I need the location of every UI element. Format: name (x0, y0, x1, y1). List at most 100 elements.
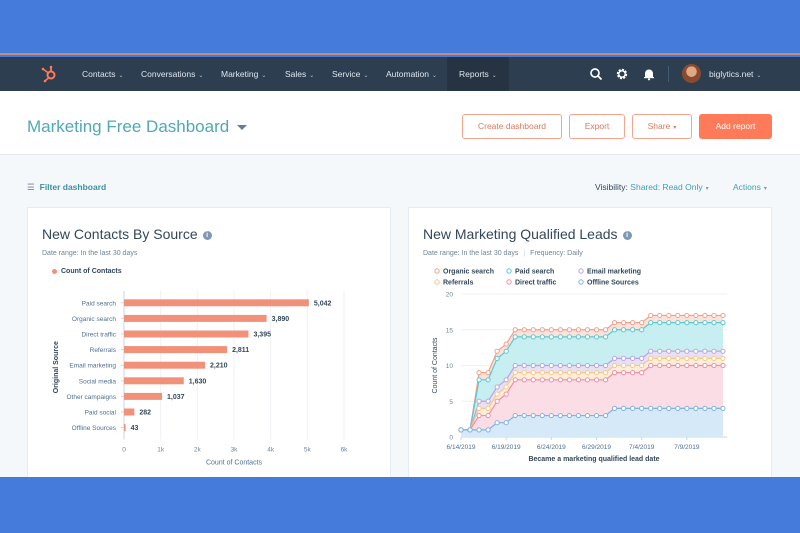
nav-conversations[interactable]: Conversations ⌄ (141, 57, 203, 91)
nav-label: Automation (386, 69, 429, 79)
report-card-contacts-by-source: New Contacts By Source i Date range: In t… (27, 207, 391, 477)
x-tick-label: 5k (304, 446, 312, 453)
data-point (702, 362, 708, 369)
legend-marker (578, 279, 584, 285)
bar (124, 392, 163, 400)
data-point (693, 320, 699, 326)
bell-icon[interactable] (642, 67, 656, 81)
data-point (548, 377, 554, 383)
nav-service[interactable]: Service ⌄ (332, 57, 368, 91)
data-point (648, 355, 654, 361)
data-point (512, 370, 518, 376)
data-point (530, 412, 536, 419)
nav-label: Service (332, 69, 361, 79)
data-point (521, 362, 527, 369)
x-tick-label: 6k (341, 446, 349, 453)
chevron-down-icon: ⌄ (432, 73, 438, 79)
data-point (566, 327, 573, 333)
data-point (584, 327, 591, 333)
create-dashboard-button[interactable]: Create dashboard (462, 114, 562, 139)
chevron-down-icon: ⌄ (118, 73, 124, 79)
data-point (584, 334, 591, 340)
x-tick-label: 1k (157, 446, 165, 453)
data-point (639, 405, 645, 411)
data-point (530, 327, 536, 333)
search-icon[interactable] (589, 67, 603, 81)
data-point (503, 341, 509, 347)
data-point (575, 377, 582, 383)
data-point (566, 412, 573, 419)
app-window: Contacts ⌄ Conversations ⌄ Marketing ⌄ Sale… (0, 57, 800, 477)
filter-dashboard-link[interactable]: ☰ Filter dashboard (27, 182, 106, 193)
data-point (621, 355, 627, 361)
data-point (584, 362, 591, 369)
data-point (611, 405, 618, 411)
data-point (702, 312, 708, 319)
legend-marker (434, 268, 440, 274)
legend-label: Organic search (443, 269, 494, 276)
nav-label: Marketing (221, 69, 259, 79)
y-category-label: Other campaigns (67, 394, 117, 401)
data-point (602, 412, 609, 419)
data-point (693, 312, 699, 319)
bar-value-label: 2,811 (232, 347, 249, 354)
data-point (611, 320, 618, 326)
data-point (593, 377, 600, 383)
nav-label: Sales (285, 69, 307, 79)
nav-marketing[interactable]: Marketing ⌄ (221, 57, 266, 91)
actions-menu[interactable]: Actions ▾ (733, 182, 767, 192)
nav-automation[interactable]: Automation ⌄ (386, 57, 437, 91)
avatar[interactable] (682, 64, 701, 83)
data-point (485, 370, 491, 376)
add-report-button[interactable]: Add report (699, 114, 772, 139)
y-category-label: Direct traffic (81, 332, 116, 339)
visibility-label: Visibility: (595, 182, 628, 192)
bar-value-label: 43 (131, 425, 139, 432)
y-tick-label: 20 (446, 292, 454, 299)
caret-down-icon: ▾ (673, 125, 677, 131)
data-point (602, 362, 609, 369)
data-point (494, 348, 500, 354)
data-point (648, 312, 654, 319)
actions-label: Actions (733, 182, 761, 192)
data-point (485, 377, 491, 383)
x-tick-label: 6/19/2019 (492, 444, 521, 451)
background-frame-top (0, 0, 800, 55)
data-point (666, 320, 672, 326)
y-category-label: Social media (79, 378, 117, 385)
nav-reports[interactable]: Reports ⌄ (447, 57, 509, 91)
hubspot-sprocket-icon[interactable] (40, 65, 58, 83)
data-point (675, 320, 681, 326)
nav-contacts[interactable]: Contacts ⌄ (82, 57, 124, 91)
data-point (476, 398, 482, 404)
gear-icon[interactable] (615, 67, 629, 81)
nav-sales[interactable]: Sales ⌄ (285, 57, 314, 91)
x-tick-label: 6/29/2019 (582, 444, 611, 451)
share-button[interactable]: Share ▾ (632, 114, 692, 139)
data-point (557, 362, 563, 369)
data-point (476, 412, 482, 419)
visibility-control[interactable]: Visibility: Shared: Read Only ▾ (595, 182, 709, 192)
data-point (711, 348, 717, 354)
x-tick-label: 3k (231, 446, 239, 453)
data-point (675, 312, 681, 319)
y-tick-label: 0 (449, 435, 453, 442)
data-point (675, 405, 681, 411)
bar-value-label: 282 (139, 410, 151, 417)
background-frame-bottom (0, 477, 800, 533)
account-menu[interactable]: biglytics.net ⌄ (709, 57, 761, 91)
data-point (512, 412, 518, 419)
data-point (657, 405, 663, 411)
data-point (648, 362, 654, 369)
data-point (485, 405, 491, 411)
data-point (476, 427, 482, 433)
data-point (593, 334, 600, 340)
legend-label: Email marketing (587, 269, 641, 276)
data-point (566, 370, 573, 376)
data-point (539, 334, 545, 340)
data-point (684, 362, 690, 369)
account-name: biglytics.net (709, 69, 754, 79)
data-point (711, 312, 717, 319)
dashboard-title-dropdown[interactable]: Marketing Free Dashboard (27, 117, 248, 137)
export-button[interactable]: Export (569, 114, 625, 139)
